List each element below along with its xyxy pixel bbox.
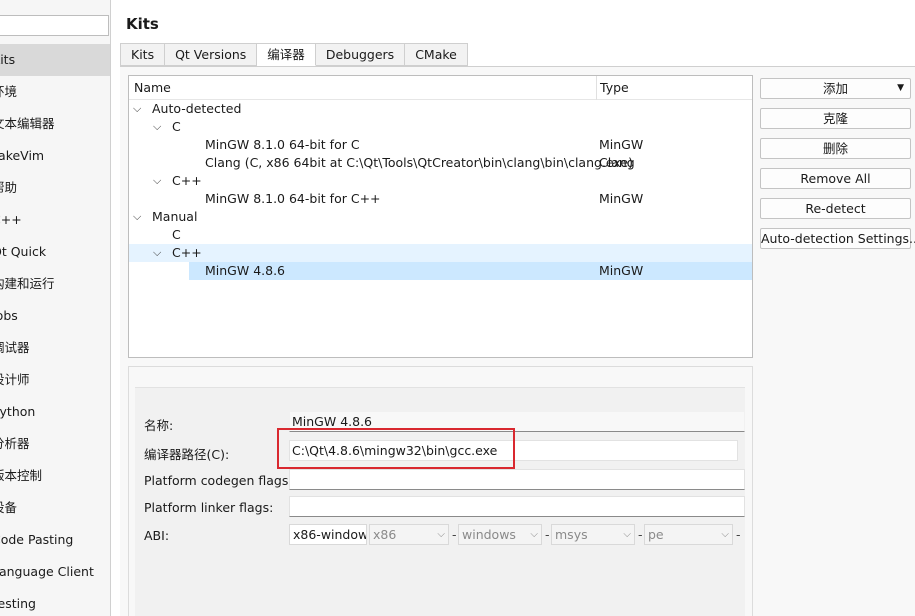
tab-0[interactable]: Kits [120,43,166,66]
chevron-down-icon[interactable]: ⌵ [153,172,161,190]
tree-cell-type: MinGW [599,191,644,206]
tab-2[interactable]: 编译器 [257,43,316,66]
sidebar-item[interactable]: Kits [0,44,110,76]
tree-row[interactable]: ⌵ Auto-detected [129,100,752,118]
settings-sidebar: Kits环境文本编辑器FakeVim帮助C++Qt Quick构建和运行Jobs… [0,0,111,616]
tree-cell-name: C [172,119,181,134]
abi-label: ABI: [144,528,170,543]
abi-flavor-value: msys [555,527,588,542]
column-header-name[interactable]: Name [134,80,171,95]
sidebar-item[interactable]: C++ [0,204,110,236]
tree-row[interactable]: ⌵ Manual [129,208,752,226]
sidebar-item[interactable]: Language Client [0,556,110,588]
sidebar-item[interactable]: 构建和运行 [0,268,110,300]
add-button-label: 添加 [822,81,848,96]
codegen-flags-field[interactable] [289,469,745,490]
abi-os-combo[interactable]: windows ⌵ [458,524,542,545]
tree-row[interactable]: Clang (C, x86 64bit at C:\Qt\Tools\QtCre… [129,154,752,172]
tree-row[interactable]: C [129,226,752,244]
sidebar-item[interactable]: Testing [0,588,110,616]
chevron-down-icon[interactable]: ⌵ [133,100,141,118]
abi-arch-value: x86 [373,527,397,542]
sidebar-item[interactable]: Qt Quick [0,236,110,268]
compiler-path-label: 编译器路径(C): [144,447,230,462]
tab-1[interactable]: Qt Versions [165,43,258,66]
tree-cell-name: MinGW 4.8.6 [205,263,286,278]
tree-cell-name: MinGW 8.1.0 64-bit for C [205,137,360,152]
sidebar-item[interactable]: 环境 [0,76,110,108]
sidebar-item[interactable]: 设备 [0,492,110,524]
tree-cell-type: MinGW [599,263,644,278]
tree-row[interactable]: MinGW 8.1.0 64-bit for C MinGW [129,136,752,154]
sidebar-item[interactable]: 调试器 [0,332,110,364]
chevron-down-icon: ⌵ [721,529,729,540]
abi-preset-combo[interactable]: x86-windows [289,524,367,545]
tree-row[interactable]: ⌵ C++ [129,244,752,262]
sidebar-filter-input[interactable] [0,15,109,36]
tab-4[interactable]: CMake [405,43,468,66]
tree-cell-name: MinGW 8.1.0 64-bit for C++ [205,191,381,206]
abi-format-combo[interactable]: pe ⌵ [644,524,733,545]
abi-preset-value: x86-windows [293,527,367,542]
codegen-flags-label: Platform codegen flags: [144,473,293,488]
auto-detection-settings-button[interactable]: Auto-detection Settings... [760,228,915,249]
sidebar-item[interactable]: 分析器 [0,428,110,460]
remove-all-button[interactable]: Remove All [760,168,911,189]
highlight-annotation-box [277,428,515,469]
tree-cell-name: Manual [152,209,198,224]
sidebar-list: Kits环境文本编辑器FakeVim帮助C++Qt Quick构建和运行Jobs… [0,44,110,616]
column-header-type[interactable]: Type [600,80,629,95]
tree-cell-type: Clang [599,155,635,170]
abi-separator: - [452,527,457,542]
chevron-down-icon: ⌵ [623,529,631,540]
dropdown-arrow-icon: ▼ [897,83,904,93]
tree-row[interactable]: ⌵ C++ [129,172,752,190]
tab-3[interactable]: Debuggers [315,43,406,66]
abi-os-value: windows [462,527,516,542]
tree-row[interactable]: ⌵ C [129,118,752,136]
abi-separator: - [736,527,741,542]
chevron-down-icon[interactable]: ⌵ [153,118,161,136]
tree-row[interactable]: MinGW 8.1.0 64-bit for C++ MinGW [129,190,752,208]
sidebar-item[interactable]: 版本控制 [0,460,110,492]
sidebar-item[interactable]: 设计师 [0,364,110,396]
tree-row[interactable]: MinGW 4.8.6 MinGW [129,262,752,280]
linker-flags-label: Platform linker flags: [144,500,274,515]
column-separator[interactable] [596,76,597,100]
sidebar-item[interactable]: Jobs [0,300,110,332]
name-label: 名称: [144,418,174,433]
add-button[interactable]: 添加 ▼ [760,78,911,99]
abi-arch-combo[interactable]: x86 ⌵ [369,524,449,545]
compiler-tree[interactable]: Name Type ⌵ Auto-detected ⌵ C MinGW 8.1.0 64… [128,75,753,358]
tree-cell-name: Clang (C, x86 64bit at C:\Qt\Tools\QtCre… [205,155,633,170]
redetect-button[interactable]: Re-detect [760,198,911,219]
chevron-down-icon: ⌵ [530,529,538,540]
sidebar-item[interactable]: Code Pasting [0,524,110,556]
sidebar-item[interactable]: 文本编辑器 [0,108,110,140]
tree-cell-name: Auto-detected [152,101,242,116]
sidebar-item[interactable]: 帮助 [0,172,110,204]
tree-cell-type: MinGW [599,137,644,152]
abi-flavor-combo[interactable]: msys ⌵ [551,524,635,545]
page-title: Kits [126,15,159,33]
chevron-down-icon[interactable]: ⌵ [133,208,141,226]
tree-cell-name: C++ [172,245,202,260]
tree-cell-name: C [172,227,181,242]
tree-cell-name: C++ [172,173,202,188]
abi-format-value: pe [648,527,664,542]
sidebar-item[interactable]: Python [0,396,110,428]
abi-separator: - [638,527,643,542]
chevron-down-icon[interactable]: ⌵ [153,244,161,262]
sidebar-item[interactable]: FakeVim [0,140,110,172]
linker-flags-field[interactable] [289,496,745,517]
chevron-down-icon: ⌵ [437,529,445,540]
tab-bar: Kits Qt Versions 编译器 Debuggers CMake [120,43,468,67]
tree-header: Name Type [129,76,752,100]
clone-button[interactable]: 克隆 [760,108,911,129]
abi-separator: - [545,527,550,542]
delete-button[interactable]: 删除 [760,138,911,159]
